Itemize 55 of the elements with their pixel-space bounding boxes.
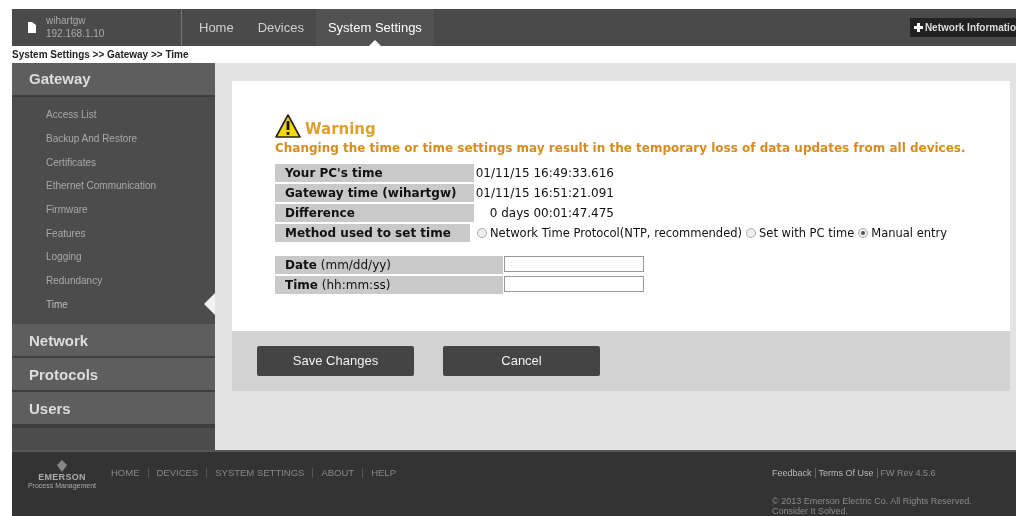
table-value: 01/11/15 16:51:21.091: [474, 184, 614, 202]
copyright-text: © 2013 Emerson Electric Co. All Rights Reserved.: [772, 496, 973, 506]
sidebar-section[interactable]: Network: [12, 324, 215, 359]
footer-link[interactable]: SYSTEM SETTINGS: [206, 468, 313, 478]
footer-link[interactable]: HELP: [362, 468, 404, 478]
nav-tab[interactable]: Home: [187, 9, 246, 46]
cancel-button[interactable]: Cancel: [443, 345, 600, 376]
field-label: Time (hh:mm:ss): [275, 275, 503, 294]
radio-button[interactable]: [477, 227, 487, 238]
footer-link[interactable]: DEVICES: [147, 468, 207, 478]
firmware-version: FW Rev 4.5.6: [876, 468, 939, 478]
device-icon: [28, 21, 36, 33]
sidebar-section[interactable]: Protocols: [12, 358, 215, 393]
sidebar-item[interactable]: Access List: [12, 102, 215, 127]
table-label: Gateway time (wihartgw): [275, 183, 474, 202]
radio-button[interactable]: [746, 227, 756, 238]
plus-icon: [913, 22, 923, 32]
table-label: Your PC's time: [275, 163, 474, 182]
sidebar-item[interactable]: Redundancy: [12, 268, 215, 293]
sidebar-section[interactable]: Gateway: [12, 62, 215, 97]
warning-icon: [275, 113, 301, 138]
tagline: Consider It Solved.: [772, 506, 850, 516]
radio-option[interactable]: Network Time Protocol(NTP, recommended): [477, 225, 742, 240]
footer-link[interactable]: ABOUT: [312, 468, 363, 478]
field-label: Date (mm/dd/yy): [275, 255, 503, 274]
footer-link[interactable]: HOME: [111, 468, 148, 478]
footer-link[interactable]: Feedback: [772, 468, 815, 478]
network-info-button[interactable]: Network Informatio: [909, 17, 1016, 37]
table-value: 0 days 00:01:47.475: [488, 204, 614, 222]
sidebar-item[interactable]: Firmware: [12, 197, 215, 222]
table-label: Method used to set time: [275, 223, 470, 242]
input-field[interactable]: [504, 275, 644, 292]
brand-name: EMERSON: [38, 472, 86, 482]
save-button[interactable]: Save Changes: [257, 345, 414, 376]
nav-tab[interactable]: System Settings: [315, 9, 434, 46]
device-name: wihartgw: [46, 14, 87, 28]
warning-message: Changing the time or time settings may result in the temporary loss of data updates from all devices.: [275, 140, 967, 155]
device-ip: 192.168.1.10: [46, 27, 105, 41]
radio-option[interactable]: Manual entry: [858, 225, 948, 240]
sidebar-item[interactable]: Ethernet Communication: [12, 173, 215, 198]
table-label: Difference: [275, 203, 474, 222]
logo-icon: [57, 460, 67, 472]
sidebar-item[interactable]: Certificates: [12, 150, 215, 174]
sidebar-item[interactable]: Logging: [12, 245, 215, 269]
input-field[interactable]: [504, 255, 644, 272]
breadcrumb: System Settings >> Gateway >> Time: [12, 48, 189, 60]
table-value: 01/11/15 16:49:33.616: [474, 164, 614, 182]
nav-tab[interactable]: Devices: [245, 9, 316, 46]
sidebar-item[interactable]: Features: [12, 221, 215, 245]
sidebar-section[interactable]: Users: [12, 392, 215, 427]
footer-link[interactable]: Terms Of Use: [814, 468, 877, 478]
warning-title: Warning: [305, 119, 376, 138]
radio-button[interactable]: [858, 227, 869, 238]
radio-option[interactable]: Set with PC time: [746, 225, 855, 240]
sidebar-item[interactable]: Backup And Restore: [12, 126, 215, 151]
